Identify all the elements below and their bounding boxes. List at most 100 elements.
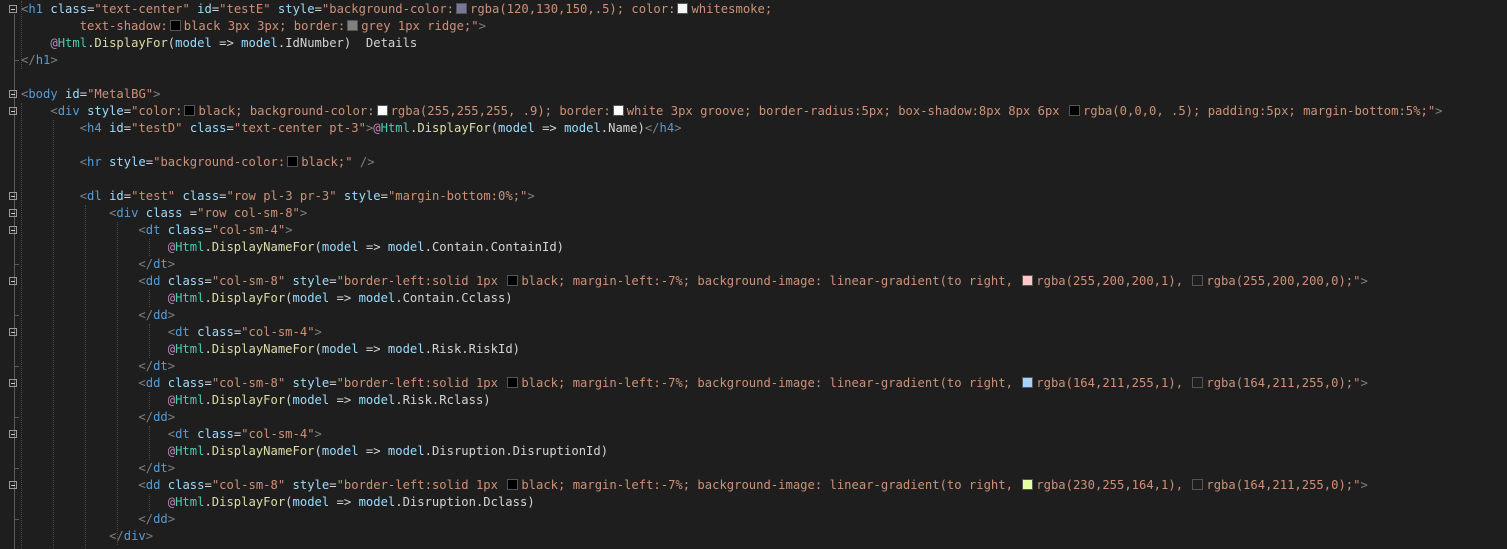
code-text: <h4 id="testD" class="text-center pt-3">… bbox=[21, 120, 682, 137]
code-token: . bbox=[204, 240, 212, 254]
fold-end-marker bbox=[14, 366, 19, 367]
code-token: </ bbox=[138, 512, 154, 526]
code-line[interactable]: <dd class="col-sm-8" style="border-left:… bbox=[0, 477, 1507, 494]
code-token: h4 bbox=[659, 121, 675, 135]
code-token: > bbox=[299, 206, 308, 220]
code-line[interactable] bbox=[0, 69, 1507, 86]
code-text: </dt> bbox=[21, 460, 175, 477]
code-token: class bbox=[182, 189, 220, 203]
code-text: <h1 class="text-center" id="testE" style… bbox=[21, 1, 772, 18]
code-line[interactable]: @Html.DisplayFor(model => model.IdNumber… bbox=[0, 35, 1507, 52]
collapse-icon[interactable] bbox=[9, 430, 17, 438]
code-token: Html bbox=[175, 291, 205, 305]
code-line[interactable]: @Html.DisplayFor(model => model.Disrupti… bbox=[0, 494, 1507, 511]
code-line[interactable]: </dt> bbox=[0, 256, 1507, 273]
code-token: "col-sm-4" bbox=[211, 223, 286, 237]
code-token: </ bbox=[21, 53, 36, 67]
code-line[interactable]: @Html.DisplayNameFor(model => model.Disr… bbox=[0, 443, 1507, 460]
code-editor[interactable]: <h1 class="text-center" id="testE" style… bbox=[0, 0, 1507, 549]
fold-end-marker bbox=[14, 468, 19, 469]
code-line[interactable] bbox=[0, 171, 1507, 188]
code-line[interactable]: @Html.DisplayFor(model => model.Contain.… bbox=[0, 290, 1507, 307]
code-token: dt bbox=[153, 359, 168, 373]
collapse-icon[interactable] bbox=[9, 328, 17, 336]
indent-guide bbox=[21, 1, 22, 69]
code-token: DisplayFor bbox=[417, 121, 491, 135]
code-token: model bbox=[358, 495, 396, 509]
fold-end-marker bbox=[14, 315, 19, 316]
code-line[interactable]: <dd class="col-sm-8" style="border-left:… bbox=[0, 375, 1507, 392]
code-line[interactable]: <dl id="test" class="row pl-3 pr-3" styl… bbox=[0, 188, 1507, 205]
code-token: .Contain.ContainId) bbox=[424, 240, 565, 254]
code-line[interactable]: <div style="color: black; background-colo… bbox=[0, 103, 1507, 120]
code-line[interactable]: </dt> bbox=[0, 460, 1507, 477]
code-line[interactable]: <hr style="background-color: black;" /> bbox=[0, 154, 1507, 171]
code-token: class bbox=[197, 325, 234, 339]
collapse-icon[interactable] bbox=[9, 481, 17, 489]
collapse-icon[interactable] bbox=[9, 226, 17, 234]
code-token: "background-color: bbox=[153, 155, 286, 169]
code-token: = bbox=[123, 104, 132, 118]
code-line[interactable]: <h4 id="testD" class="text-center pt-3">… bbox=[0, 120, 1507, 137]
code-token: style bbox=[277, 2, 315, 16]
code-token: ( bbox=[314, 342, 322, 356]
code-line[interactable]: <dt class="col-sm-4"> bbox=[0, 426, 1507, 443]
code-line[interactable]: </dd> bbox=[0, 307, 1507, 324]
code-token: ( bbox=[285, 495, 293, 509]
code-token: . bbox=[204, 393, 212, 407]
code-line[interactable]: <h1 class="text-center" id="testE" style… bbox=[0, 1, 1507, 18]
collapse-icon[interactable] bbox=[9, 107, 17, 115]
collapse-icon[interactable] bbox=[9, 192, 17, 200]
code-token: dt bbox=[153, 461, 168, 475]
code-token: style bbox=[109, 155, 146, 169]
code-line[interactable]: text-shadow: black 3px 3px; border: grey 1… bbox=[0, 18, 1507, 35]
code-token: < bbox=[167, 427, 176, 441]
code-token: = bbox=[123, 189, 132, 203]
code-line[interactable]: <dt class="col-sm-4"> bbox=[0, 222, 1507, 239]
code-text: <dt class="col-sm-4"> bbox=[21, 222, 292, 239]
code-token: rgba(164,211,255,1), bbox=[1036, 376, 1191, 390]
code-token: </ bbox=[138, 308, 154, 322]
collapse-icon[interactable] bbox=[9, 379, 17, 387]
code-line[interactable] bbox=[0, 137, 1507, 154]
code-token: rgba(255,200,200,1), bbox=[1036, 274, 1191, 288]
code-line[interactable]: @Html.DisplayNameFor(model => model.Risk… bbox=[0, 341, 1507, 358]
code-line[interactable]: </dd> bbox=[0, 409, 1507, 426]
code-token: "color: bbox=[131, 104, 183, 118]
code-token: model bbox=[498, 121, 535, 135]
code-token: class bbox=[167, 223, 205, 237]
code-line[interactable]: </h1> bbox=[0, 52, 1507, 69]
code-line[interactable]: <dd class="col-sm-8" style="border-left:… bbox=[0, 273, 1507, 290]
code-token: "test" bbox=[131, 189, 176, 203]
collapse-icon[interactable] bbox=[9, 209, 17, 217]
indent-guide bbox=[149, 324, 150, 358]
code-line[interactable]: <div class ="row col-sm-8"> bbox=[0, 205, 1507, 222]
collapse-icon[interactable] bbox=[9, 5, 17, 13]
code-token: = bbox=[79, 87, 88, 101]
code-line[interactable]: @Html.DisplayFor(model => model.Risk.Rcl… bbox=[0, 392, 1507, 409]
code-token: .Name) bbox=[600, 121, 645, 135]
collapse-icon[interactable] bbox=[9, 277, 17, 285]
code-line[interactable]: </dd> bbox=[0, 511, 1507, 528]
code-line[interactable]: <dt class="col-sm-4"> bbox=[0, 324, 1507, 341]
code-line[interactable]: @Html.DisplayNameFor(model => model.Cont… bbox=[0, 239, 1507, 256]
collapse-icon[interactable] bbox=[9, 90, 17, 98]
code-token: Html bbox=[175, 495, 205, 509]
code-token: model bbox=[292, 495, 330, 509]
code-token: Html bbox=[175, 393, 205, 407]
code-token: = bbox=[219, 189, 227, 203]
code-line[interactable]: </dt> bbox=[0, 358, 1507, 375]
code-token: ( bbox=[285, 393, 293, 407]
code-line[interactable]: </div> bbox=[0, 528, 1507, 545]
code-line[interactable]: <body id="MetalBG"> bbox=[0, 86, 1507, 103]
code-token: > bbox=[1360, 376, 1368, 390]
code-token: = bbox=[204, 274, 212, 288]
code-token: DisplayFor bbox=[211, 291, 286, 305]
